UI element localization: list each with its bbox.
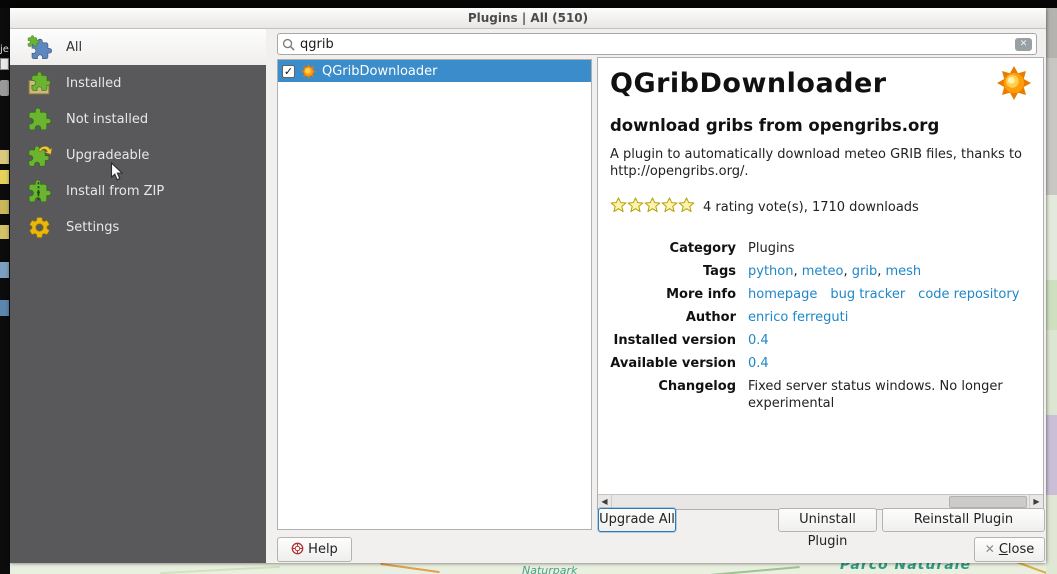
field-value: python, meteo, grib, mesh (748, 264, 922, 279)
field-row: Tags python, meteo, grib, mesh (610, 260, 1029, 283)
sidebar-list: All Installed Not installed Upgradeable Inst… (10, 29, 266, 245)
field-label: Installed version (613, 333, 736, 348)
sidebar-item-not-installed[interactable]: Not installed (10, 101, 266, 137)
field-label: More info (666, 287, 736, 302)
plugin-list-row[interactable]: ✓ QGribDownloader (278, 60, 591, 82)
sidebar-item-label: Settings (66, 219, 120, 235)
field-value: homepage bug tracker code repository (748, 283, 1019, 306)
field-value: Plugins (748, 241, 795, 256)
field-value: enrico ferreguti (748, 306, 848, 329)
field-link[interactable]: mesh (885, 264, 921, 279)
sidebar-item-label: Installed (66, 75, 122, 91)
field-label: Changelog (658, 379, 736, 394)
background-app-left-strip: je (0, 0, 10, 574)
clear-search-icon[interactable]: ✕ (1015, 37, 1032, 51)
puzzle-installed-icon (26, 70, 52, 96)
plugin-fields-table: Category Plugins Tags python, meteo, grib, … (610, 237, 1029, 412)
details-horizontal-scrollbar[interactable]: ◀ ▶ (598, 494, 1043, 509)
star-icon (610, 197, 627, 217)
field-link[interactable]: meteo (802, 264, 844, 279)
plugin-sun-icon (997, 66, 1031, 104)
background-map-strip: Naturpark Parco Naturale (10, 563, 1046, 574)
plugin-rating: 4 rating vote(s), 1710 downloads (610, 197, 1029, 217)
field-label: Available version (610, 356, 736, 371)
plugin-description: A plugin to automatically download meteo… (610, 147, 1022, 179)
star-icon (678, 197, 695, 217)
field-label: Author (685, 310, 736, 325)
field-row: Category Plugins (610, 237, 1029, 260)
star-icon (644, 197, 661, 217)
sidebar-item-label: Upgradeable (66, 147, 150, 163)
field-row: More info homepage bug tracker code reposit… (610, 283, 1029, 306)
field-value: Fixed server status windows. No longer e… (748, 379, 1003, 411)
plugin-subtitle: download gribs from opengribs.org (610, 116, 940, 135)
field-link[interactable]: bug tracker (830, 287, 905, 302)
plugin-details-panel: QGribDownloader download gribs from open… (597, 57, 1044, 510)
dialog-titlebar[interactable]: Plugins | All (510) (10, 8, 1046, 29)
field-link[interactable]: enrico ferreguti (748, 310, 848, 325)
field-link[interactable]: 0.4 (748, 356, 769, 371)
star-icons (610, 197, 695, 217)
field-link[interactable]: grib (852, 264, 877, 279)
help-button[interactable]: Help (277, 537, 352, 562)
rating-text: 4 rating vote(s), 1710 downloads (703, 199, 919, 215)
search-input[interactable] (300, 36, 1015, 52)
field-row: Available version 0.4 (610, 352, 1029, 375)
search-icon (282, 38, 295, 51)
sidebar-item-label: All (66, 39, 83, 55)
background-edge-text: je (0, 44, 9, 55)
map-label-naturpark: Naturpark (522, 564, 578, 574)
star-icon (661, 197, 678, 217)
field-label: Tags (702, 264, 736, 279)
puzzle-zip-icon (26, 178, 52, 204)
uninstall-plugin-button[interactable]: Uninstall Plugin (778, 508, 877, 549)
field-row: Installed version 0.4 (610, 329, 1029, 352)
field-link[interactable]: homepage (748, 287, 817, 302)
map-label-parco-naturale: Parco Naturale (840, 563, 971, 573)
plugin-list[interactable]: ✓ QGribDownloader (277, 59, 592, 530)
field-label: Category (669, 241, 736, 256)
field-row: Author enrico ferreguti (610, 306, 1029, 329)
sidebar-item-installed[interactable]: Installed (10, 65, 266, 101)
sidebar-item-label: Not installed (66, 111, 149, 127)
plugin-checkbox[interactable]: ✓ (282, 64, 295, 78)
scroll-right-icon[interactable]: ▶ (1029, 495, 1043, 509)
sidebar-item-upgradeable[interactable]: Upgradeable (10, 137, 266, 173)
help-buoy-icon (291, 542, 304, 555)
mouse-cursor (110, 161, 124, 186)
puzzle-upgrade-icon (26, 142, 52, 168)
puzzle-all-icon (26, 34, 52, 60)
plugin-name: QGribDownloader (322, 63, 438, 79)
star-icon (627, 197, 644, 217)
sidebar-item-all[interactable]: All (10, 29, 266, 65)
close-x-icon: ✕ (984, 542, 995, 556)
sidebar-item-install-from-zip[interactable]: Install from ZIP (10, 173, 266, 209)
field-link[interactable]: python (748, 264, 793, 279)
sidebar: All Installed Not installed Upgradeable Inst… (10, 29, 266, 563)
puzzle-icon (26, 106, 52, 132)
background-map-right-strip (1046, 0, 1057, 574)
search-box[interactable]: ✕ (277, 33, 1037, 55)
gear-icon (26, 214, 52, 240)
scroll-left-icon[interactable]: ◀ (598, 495, 612, 509)
reinstall-plugin-button[interactable]: Reinstall Plugin (882, 508, 1045, 532)
sun-icon (301, 63, 316, 79)
field-value: 0.4 (748, 329, 769, 352)
background-app-top-strip (0, 0, 1057, 8)
plugin-title: QGribDownloader (610, 68, 887, 99)
field-row: Changelog Fixed server status windows. No… (610, 375, 1029, 412)
sidebar-item-settings[interactable]: Settings (10, 209, 266, 245)
field-link[interactable]: code repository (918, 287, 1019, 302)
field-value: 0.4 (748, 352, 769, 375)
scrollbar-thumb[interactable] (949, 496, 1027, 508)
upgrade-all-button[interactable]: Upgrade All (598, 508, 676, 532)
dialog-title: Plugins | All (510) (467, 11, 589, 25)
plugins-dialog: Plugins | All (510) All Installed Not inst… (10, 8, 1046, 563)
close-button[interactable]: ✕ Close (974, 537, 1045, 562)
field-link[interactable]: 0.4 (748, 333, 769, 348)
